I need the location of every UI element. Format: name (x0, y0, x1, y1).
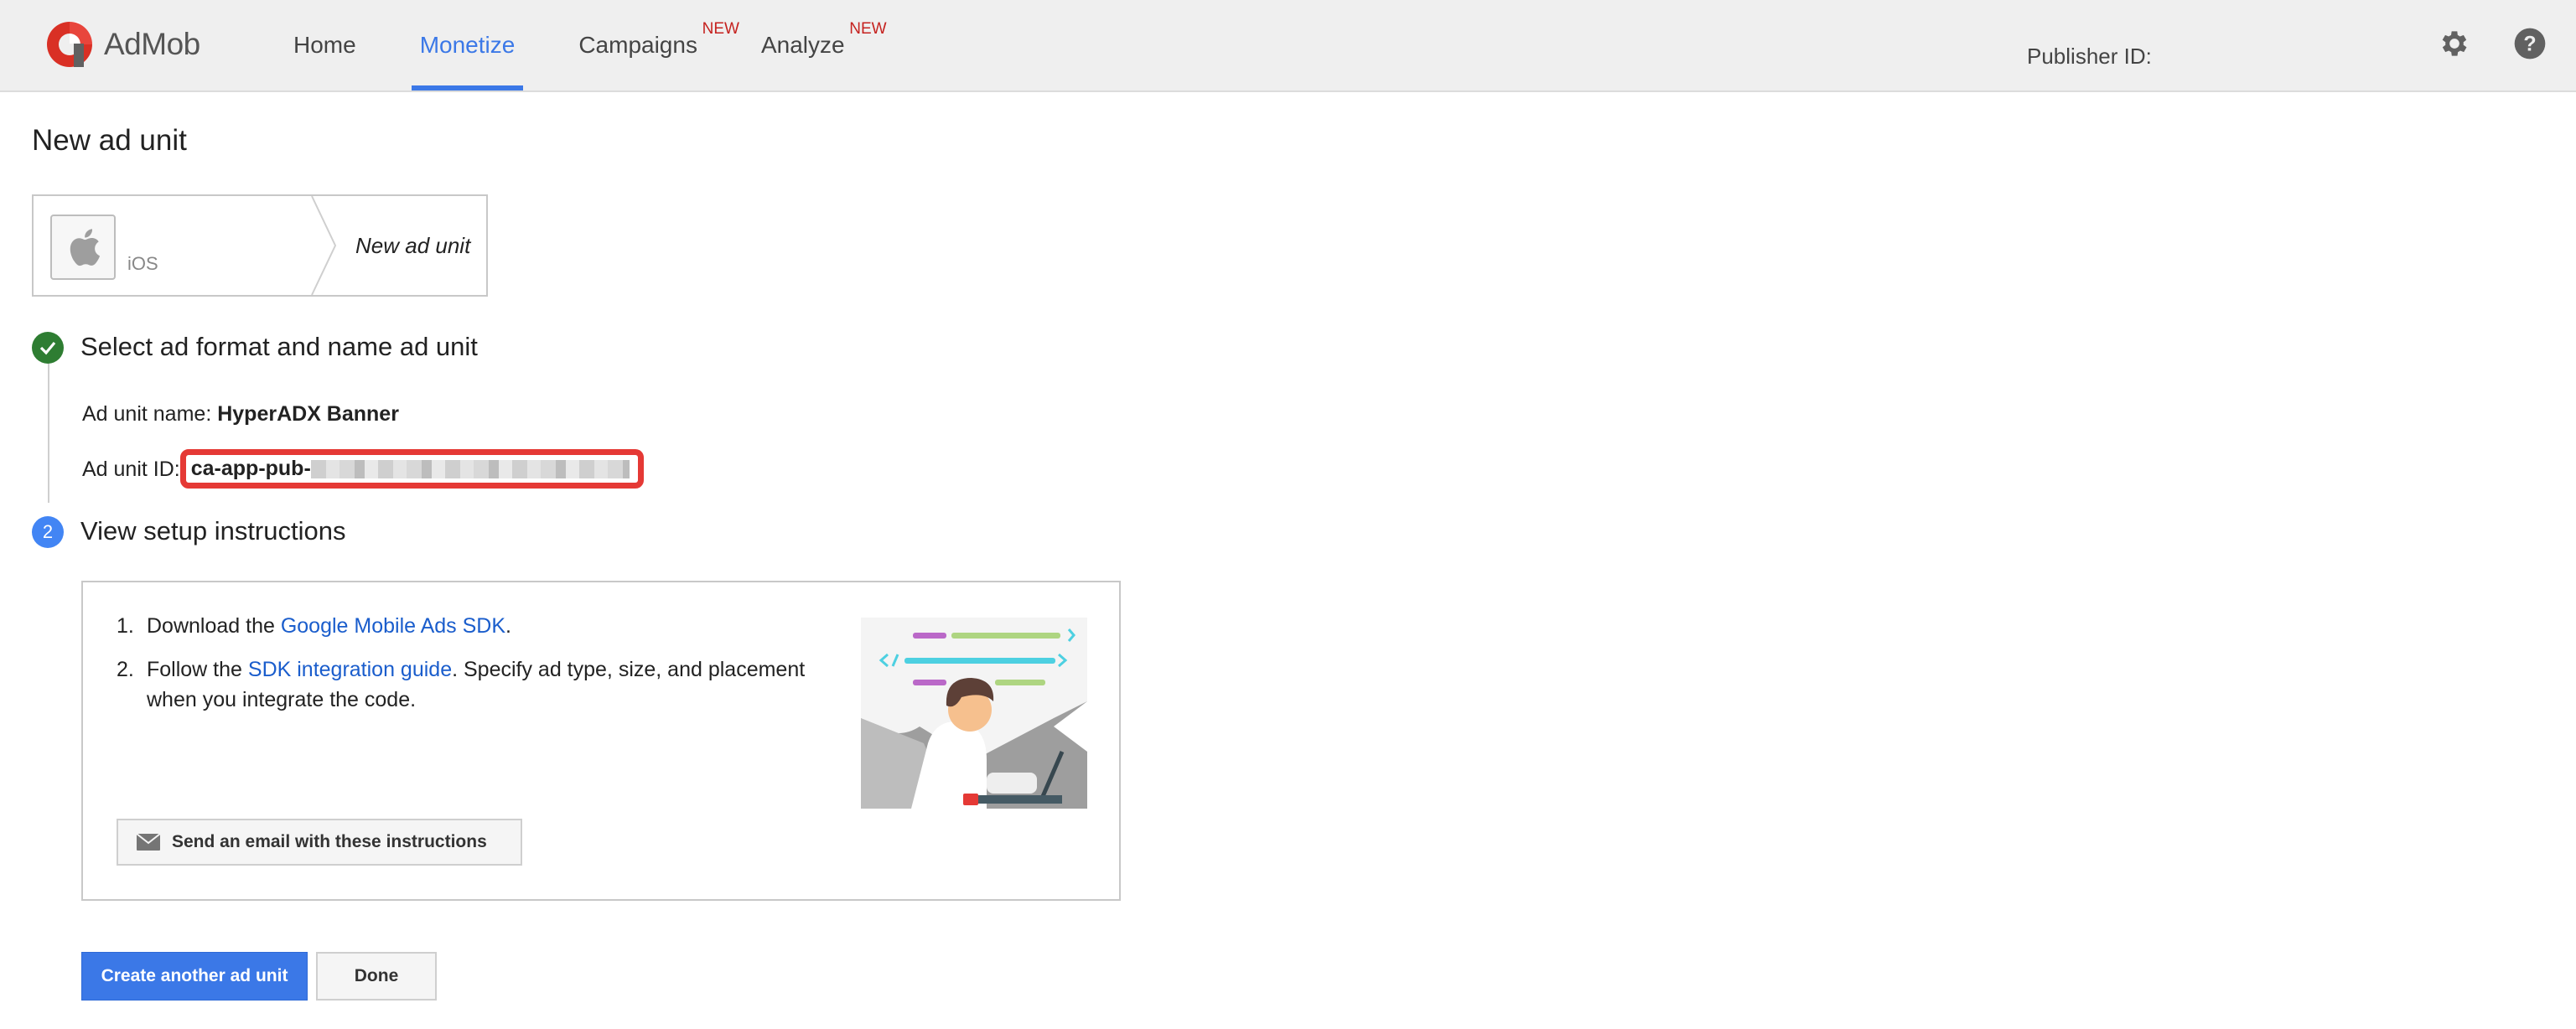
send-email-button[interactable]: Send an email with these instructions (117, 819, 522, 866)
ad-unit-id-highlight: ca-app-pub- (179, 449, 644, 489)
nav-campaigns[interactable]: Campaigns NEW (578, 0, 739, 90)
breadcrumb: iOS New ad unit (32, 194, 488, 297)
gear-icon[interactable] (2438, 27, 2471, 60)
mail-icon (137, 834, 160, 851)
nav-home[interactable]: Home (293, 0, 356, 90)
text: . (505, 614, 511, 638)
step-timeline (48, 362, 49, 503)
list-item: 1. Download the Google Mobile Ads SDK. (117, 611, 812, 641)
list-text: Download the Google Mobile Ads SDK. (147, 611, 511, 641)
new-badge: NEW (849, 20, 887, 38)
nav-monetize-label: Monetize (419, 32, 516, 58)
top-header: AdMob Home Monetize Campaigns NEW Analyz… (0, 0, 2576, 92)
step-complete-check (32, 332, 64, 364)
list-item: 2. Follow the SDK integration guide. Spe… (117, 654, 812, 715)
ad-unit-name-value: HyperADX Banner (217, 402, 399, 426)
instruction-list: 1. Download the Google Mobile Ads SDK. 2… (117, 611, 812, 728)
publisher-id-label: Publisher ID: (2027, 44, 2152, 69)
nav-home-label: Home (293, 32, 356, 58)
new-badge: NEW (702, 20, 739, 38)
developer-illustration (861, 618, 1087, 809)
chevron-right-icon (311, 196, 337, 295)
ad-unit-id-value: ca-app-pub- (190, 457, 311, 480)
list-number: 2. (117, 658, 134, 681)
setup-instructions-panel: 1. Download the Google Mobile Ads SDK. 2… (81, 581, 1121, 901)
admob-logo-icon (47, 22, 92, 67)
platform-label: iOS (127, 253, 158, 274)
admob-logo[interactable]: AdMob (44, 18, 200, 70)
page-title: New ad unit (32, 124, 187, 157)
check-icon (39, 341, 56, 355)
step-2-number: 2 (32, 516, 64, 548)
nav-monetize[interactable]: Monetize (411, 0, 523, 90)
app-name: AdMob (104, 27, 200, 61)
sdk-guide-link[interactable]: SDK integration guide (248, 658, 452, 681)
nav-analyze-label: Analyze (760, 32, 845, 58)
step-2-title: View setup instructions (80, 516, 346, 546)
ad-unit-name-row: Ad unit name: HyperADX Banner (82, 402, 399, 427)
sdk-download-link[interactable]: Google Mobile Ads SDK (281, 614, 505, 638)
text: Download the (147, 614, 281, 638)
svg-text:?: ? (2523, 32, 2536, 55)
ad-unit-name-label: Ad unit name: (82, 402, 212, 426)
text: Follow the (147, 658, 248, 681)
done-button[interactable]: Done (316, 952, 437, 1001)
apple-icon (70, 229, 101, 266)
ad-unit-id-label: Ad unit ID: (82, 458, 180, 482)
ad-unit-id-row: Ad unit ID: ca-app-pub- (82, 449, 644, 490)
create-another-ad-unit-button[interactable]: Create another ad unit (81, 952, 308, 1001)
help-icon[interactable]: ? (2513, 27, 2547, 60)
main-nav: Home Monetize Campaigns NEW Analyze NEW (293, 0, 909, 90)
nav-analyze[interactable]: Analyze NEW (760, 0, 887, 90)
list-text: Follow the SDK integration guide. Specif… (147, 654, 812, 715)
app-icon[interactable] (50, 215, 116, 280)
step-1-title: Select ad format and name ad unit (80, 332, 478, 361)
send-email-label: Send an email with these instructions (172, 832, 487, 851)
nav-campaigns-label: Campaigns (578, 32, 697, 58)
redacted-id (310, 460, 630, 479)
list-number: 1. (117, 614, 134, 638)
breadcrumb-current: New ad unit (355, 233, 471, 258)
